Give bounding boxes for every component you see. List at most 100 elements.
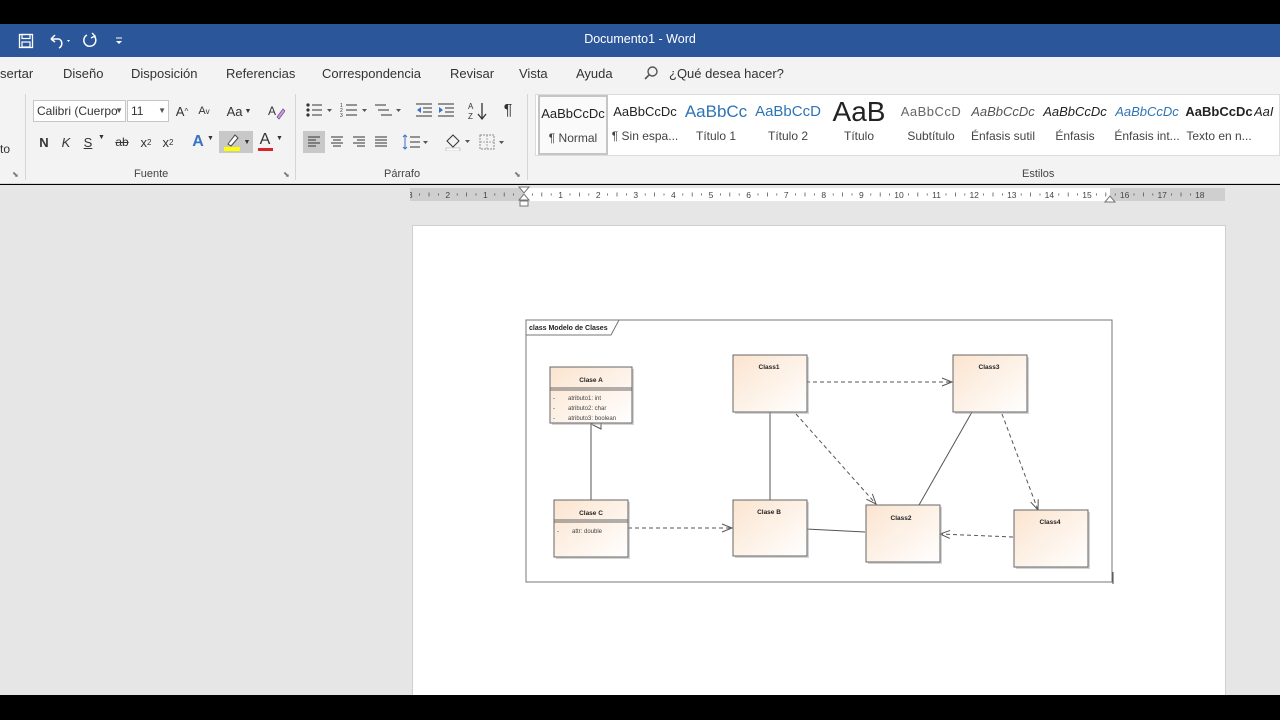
shrink-font-button[interactable]: Av [197, 102, 211, 120]
diagram-frame-title: class Modelo de Clases [529, 325, 608, 332]
sort-icon[interactable]: AZ [466, 100, 488, 122]
ribbon-tabs: sertar Diseño Disposición Referencias Co… [0, 57, 1280, 90]
class-box-class3[interactable]: Class3 [952, 354, 1029, 414]
ribbon-separator [25, 94, 26, 180]
underline-button[interactable]: S [79, 132, 97, 152]
style-subtitulo[interactable]: AaBbCcD Subtítulo [896, 95, 966, 155]
bold-button[interactable]: N [35, 132, 53, 152]
font-size-value: 11 [131, 104, 144, 118]
class-box-clase-c[interactable]: Clase C - attr: double [553, 499, 630, 559]
style-titulo[interactable]: AaB Título [824, 95, 894, 155]
class-box-class4[interactable]: Class4 [1013, 509, 1090, 569]
increase-indent-icon[interactable] [436, 100, 456, 120]
change-case-button[interactable]: Aa ▼ [225, 102, 253, 120]
shading-icon[interactable] [443, 131, 473, 153]
italic-button[interactable]: K [57, 132, 75, 152]
class-box-clase-a[interactable]: Clase A - atributo1: int - atributo2: ch… [549, 366, 634, 425]
font-color-button[interactable]: A [255, 130, 275, 152]
ruler-number: 4 [671, 190, 676, 200]
tell-me-search[interactable]: ¿Qué desea hacer? [669, 66, 784, 81]
ruler-number: 16 [1120, 190, 1130, 200]
tab-referencias[interactable]: Referencias [226, 66, 295, 81]
borders-icon[interactable] [477, 131, 507, 153]
style-normal[interactable]: AaBbCcDc ¶ Normal [538, 95, 608, 155]
tab-disposicion[interactable]: Disposición [131, 66, 197, 81]
chevron-down-icon[interactable]: ▼ [207, 135, 214, 142]
style-preview: AaBbCcDc [613, 104, 677, 119]
chevron-down-icon: ▼ [115, 106, 123, 115]
bullets-icon[interactable] [304, 100, 336, 120]
right-indent-marker-icon[interactable] [1104, 193, 1116, 203]
class-box-class1[interactable]: Class1 [732, 354, 809, 414]
class-name: Clase A [579, 377, 603, 384]
superscript-button[interactable]: x2 [159, 132, 177, 152]
dependency-arrow [1001, 413, 1038, 510]
style-enfasis-sutil[interactable]: AaBbCcDc Énfasis sutil [968, 95, 1038, 155]
font-name-combo[interactable]: Calibri (Cuerpo ▼ [33, 100, 126, 122]
shrink-font-icon: A [198, 105, 206, 117]
group-label-estilos: Estilos [1022, 168, 1055, 180]
ribbon-separator [295, 94, 296, 180]
indent-marker-icon[interactable] [518, 186, 530, 208]
clear-format-icon[interactable]: A [266, 101, 286, 121]
show-marks-button[interactable]: ¶ [498, 100, 518, 122]
ruler-number: 3 [410, 190, 413, 200]
class-attribute: atributo2: char [568, 406, 606, 412]
chevron-down-icon[interactable]: ▼ [98, 134, 105, 141]
document-page[interactable]: class Modelo de Clases Clase A - atribut… [412, 225, 1226, 700]
chevron-down-icon: ▼ [158, 106, 166, 115]
style-titulo-1[interactable]: AaBbCc Título 1 [681, 95, 751, 155]
style-partial[interactable]: AaI [1254, 95, 1280, 155]
style-enfasis[interactable]: AaBbCcDc Énfasis [1040, 95, 1110, 155]
font-color-icon: A [259, 130, 271, 148]
align-right-icon[interactable] [348, 131, 370, 153]
tab-correspondencia[interactable]: Correspondencia [322, 66, 421, 81]
grow-font-button[interactable]: A ^ [175, 102, 189, 120]
style-name: Énfasis int... [1114, 129, 1180, 143]
line-spacing-icon[interactable] [401, 131, 431, 153]
change-case-icon: Aa [226, 103, 243, 119]
tab-vista[interactable]: Vista [519, 66, 548, 81]
dialog-launcher-icon[interactable]: ⬊ [12, 170, 19, 179]
uml-class-diagram[interactable]: class Modelo de Clases Clase A - atribut… [412, 225, 1226, 700]
tab-insertar[interactable]: sertar [0, 66, 33, 81]
strikethrough-button[interactable]: ab [112, 132, 132, 152]
subscript-button[interactable]: x2 [137, 132, 155, 152]
font-size-combo[interactable]: 11 ▼ [127, 100, 169, 122]
class-attribute: atributo3: boolean [568, 416, 616, 422]
class-name: Class3 [979, 364, 1000, 371]
align-left-icon[interactable] [303, 131, 325, 153]
ruler-number: 6 [746, 190, 751, 200]
highlight-button[interactable]: ▼ [219, 131, 253, 153]
styles-gallery: AaBbCcDc ¶ Normal AaBbCcDc ¶ Sin espa... A… [535, 94, 1280, 156]
style-preview: AaBbCcDc [1115, 104, 1179, 119]
attr-visibility: - [553, 396, 555, 402]
text-effects-button[interactable]: A [189, 132, 207, 152]
multilevel-list-icon[interactable] [373, 100, 405, 120]
numbering-icon[interactable]: 123 [339, 100, 371, 120]
style-sin-espaciado[interactable]: AaBbCcDc ¶ Sin espa... [610, 95, 680, 155]
class-box-class2[interactable]: Class2 [865, 504, 942, 564]
style-texto-en-negrita[interactable]: AaBbCcDc Texto en n... [1184, 95, 1254, 155]
ruler-number: 17 [1157, 190, 1167, 200]
search-icon[interactable] [643, 65, 659, 84]
class-name: Clase B [757, 509, 781, 516]
tab-revisar[interactable]: Revisar [450, 66, 494, 81]
chevron-down-icon[interactable]: ▼ [276, 135, 283, 142]
top-black-bar [0, 0, 1280, 24]
style-name: ¶ Normal [548, 131, 598, 145]
style-name: Subtítulo [907, 129, 955, 143]
style-enfasis-intenso[interactable]: AaBbCcDc Énfasis int... [1112, 95, 1182, 155]
dialog-launcher-icon[interactable]: ⬊ [514, 170, 521, 179]
align-center-icon[interactable] [326, 131, 348, 153]
horizontal-ruler[interactable]: 3 2 1 1 2 3 4 5 6 7 8 9 10 11 12 13 14 15 16 17 18 [410, 186, 1225, 207]
tab-diseno[interactable]: Diseño [63, 66, 103, 81]
tab-ayuda[interactable]: Ayuda [576, 66, 613, 81]
justify-icon[interactable] [370, 131, 392, 153]
decrease-indent-icon[interactable] [414, 100, 434, 120]
class-box-clase-b[interactable]: Clase B [732, 499, 809, 558]
ruler-number: 7 [784, 190, 789, 200]
bottom-black-bar [0, 695, 1280, 720]
style-titulo-2[interactable]: AaBbCcD Título 2 [753, 95, 823, 155]
dialog-launcher-icon[interactable]: ⬊ [283, 170, 290, 179]
